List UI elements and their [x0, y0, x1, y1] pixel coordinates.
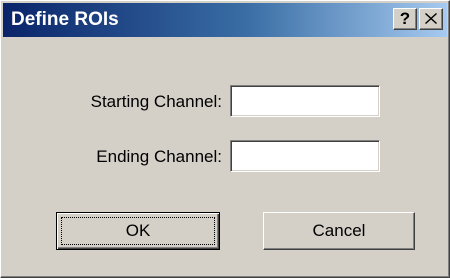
- ending-channel-label: Ending Channel:: [96, 147, 222, 166]
- cancel-button-label: Cancel: [312, 221, 366, 240]
- ok-button-label: OK: [125, 221, 151, 240]
- title-bar[interactable]: Define ROIs ?: [3, 3, 447, 37]
- help-button[interactable]: ?: [393, 8, 417, 30]
- close-icon: [425, 13, 437, 24]
- cancel-button[interactable]: Cancel: [263, 212, 415, 250]
- window-title: Define ROIs: [11, 9, 119, 30]
- define-rois-dialog: Define ROIs ? Starting Channel: Ending C…: [0, 0, 450, 278]
- close-button[interactable]: [419, 8, 443, 30]
- ok-button[interactable]: OK: [56, 212, 220, 250]
- starting-channel-label: Starting Channel:: [90, 92, 222, 111]
- ending-channel-input[interactable]: [230, 140, 380, 172]
- starting-channel-input[interactable]: [230, 85, 380, 117]
- question-mark-icon: ?: [399, 9, 411, 28]
